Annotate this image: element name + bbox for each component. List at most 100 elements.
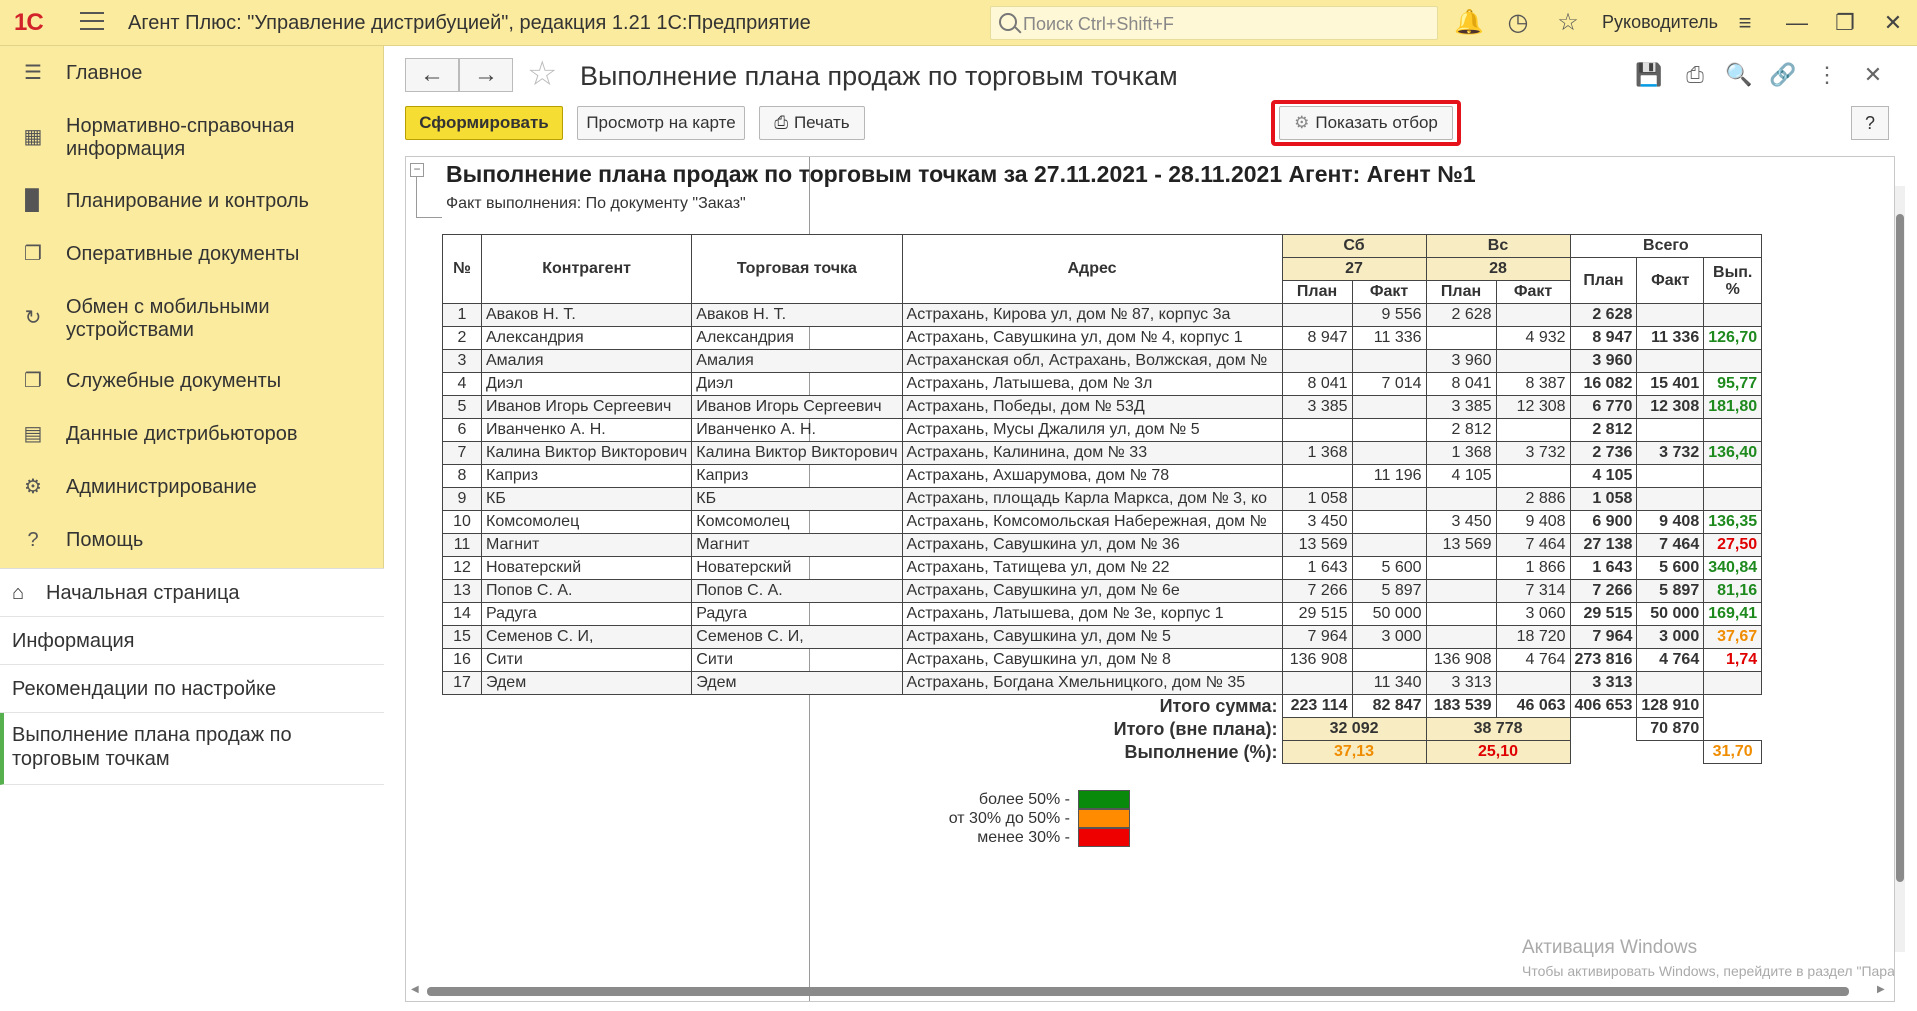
- cell-n: 4: [442, 372, 482, 396]
- sidebar-item-mobile[interactable]: ↻ Обмен с мобильными устройствами: [0, 295, 384, 343]
- table-row[interactable]: 1 Аваков Н. Т. Аваков Н. Т. Астрахань, Киро…: [442, 303, 1763, 327]
- window-item-label: Информация: [12, 630, 135, 652]
- cell-p2: 3 450: [1425, 510, 1497, 534]
- cell-p1: 3 450: [1281, 510, 1353, 534]
- sidebar-item-service[interactable]: ❐ Служебные документы: [0, 368, 384, 398]
- cell-tf: [1636, 349, 1705, 373]
- favorite-star-icon[interactable]: ☆: [527, 56, 557, 92]
- cell-n: 8: [442, 464, 482, 488]
- cell-ka: Попов С. А.: [480, 579, 693, 603]
- link-icon[interactable]: 🔗: [1769, 61, 1797, 89]
- cell-ka: Александрия: [480, 326, 693, 350]
- cell-tp: 29 515: [1569, 602, 1638, 626]
- close-icon[interactable]: ✕: [1878, 8, 1908, 38]
- window-item-recommendations[interactable]: Рекомендации по настройке: [0, 665, 384, 713]
- sidebar-item-help[interactable]: ? Помощь: [0, 527, 384, 557]
- save-icon[interactable]: 💾: [1635, 61, 1663, 89]
- scroll-left-icon[interactable]: ◀: [411, 984, 419, 995]
- preview-icon[interactable]: 🔍: [1725, 61, 1753, 89]
- sidebar-item-admin[interactable]: ⚙ Администрирование: [0, 474, 384, 504]
- close-icon[interactable]: ✕: [1859, 61, 1887, 89]
- search-input[interactable]: Поиск Ctrl+Shift+F: [990, 6, 1438, 40]
- sidebar-item-operational[interactable]: ❐ Оперативные документы: [0, 241, 384, 271]
- cell-tp: 2 812: [1569, 418, 1638, 442]
- scroll-right-icon[interactable]: ▶: [1877, 984, 1885, 995]
- cell-tf: 4 764: [1636, 648, 1705, 672]
- scroll-thumb[interactable]: [1896, 214, 1904, 882]
- menu-lines-icon: ☰: [24, 62, 42, 84]
- collapse-group-icon[interactable]: −: [410, 163, 424, 177]
- window-item-sales-plan[interactable]: Выполнение плана продаж по торговым точк…: [0, 713, 384, 785]
- window-item-info[interactable]: Информация: [0, 617, 384, 665]
- cell-tt: Диэл: [691, 372, 903, 396]
- table-row[interactable]: 12 Новатерский Новатерский Астрахань, Татищ…: [442, 556, 1763, 580]
- forward-button[interactable]: →: [459, 58, 513, 92]
- minimize-icon[interactable]: —: [1782, 8, 1812, 38]
- sidebar-item-planning[interactable]: ▉ Планирование и контроль: [0, 188, 384, 218]
- open-windows-panel: ⌂ Начальная страница Информация Рекоменд…: [0, 568, 384, 1011]
- cell-pct: 340,84: [1703, 556, 1763, 580]
- app-title: Агент Плюс: "Управление дистрибуцией", р…: [128, 12, 811, 34]
- table-row[interactable]: 13 Попов С. А. Попов С. А. Астрахань, Савуш…: [442, 579, 1763, 603]
- table-row[interactable]: 17 Эдем Эдем Астрахань, Богдана Хмельницког…: [442, 671, 1763, 695]
- top-bar: 1С Агент Плюс: "Управление дистрибуцией"…: [0, 0, 1917, 46]
- table-row[interactable]: 5 Иванов Игорь Сергеевич Иванов Игорь Серг…: [442, 395, 1763, 419]
- menu-lines-icon[interactable]: ≡: [1730, 8, 1760, 38]
- cell-ka: Комсомолец: [480, 510, 693, 534]
- map-view-button[interactable]: Просмотр на карте: [577, 106, 745, 140]
- windows-activation-text: Чтобы активировать Windows, перейдите в …: [1522, 963, 1895, 979]
- cell-pct: 169,41: [1703, 602, 1763, 626]
- main-menu-icon[interactable]: [80, 12, 104, 32]
- table-row[interactable]: 14 Радуга Радуга Астрахань, Латышева, дом №…: [442, 602, 1763, 626]
- legend-swatch-green: [1078, 790, 1130, 809]
- cell-f2: 18 720: [1495, 625, 1571, 649]
- scroll-thumb[interactable]: [427, 987, 1849, 996]
- help-button[interactable]: ?: [1851, 106, 1889, 140]
- table-row[interactable]: 11 Магнит Магнит Астрахань, Савушкина ул, д…: [442, 533, 1763, 557]
- back-button[interactable]: ←: [405, 58, 459, 92]
- cell-tf: 5 600: [1636, 556, 1705, 580]
- sidebar-item-distributors[interactable]: ▤ Данные дистрибьюторов: [0, 421, 384, 451]
- restore-icon[interactable]: ❐: [1830, 8, 1860, 38]
- sidebar-item-reference[interactable]: ▦ Нормативно-справочная информация: [0, 114, 384, 162]
- table-row[interactable]: 15 Семенов С. И, Семенов С. И, Астрахань, С…: [442, 625, 1763, 649]
- outside-plan-day1: 32 092: [1281, 717, 1427, 741]
- cell-p1: 1 643: [1281, 556, 1353, 580]
- history-icon[interactable]: ◷: [1504, 9, 1532, 37]
- cell-addr: Астрахань, Савушкина ул, дом № 36: [901, 533, 1283, 557]
- window-item-home[interactable]: ⌂ Начальная страница: [0, 569, 384, 617]
- total-fact: 128 910: [1636, 694, 1705, 718]
- cell-pct: 136,40: [1703, 441, 1763, 465]
- cell-tp: 1 058: [1569, 487, 1638, 511]
- bell-icon[interactable]: 🔔: [1454, 9, 1484, 37]
- star-icon[interactable]: ☆: [1554, 9, 1582, 37]
- table-row[interactable]: 2 Александрия Александрия Астрахань, Савушк…: [442, 326, 1763, 350]
- cell-p1: [1281, 303, 1353, 327]
- print-icon[interactable]: ⎙: [1681, 61, 1709, 89]
- table-row[interactable]: 9 КБ КБ Астрахань, площадь Карла Маркса, до…: [442, 487, 1763, 511]
- cell-pct: 181,80: [1703, 395, 1763, 419]
- table-row[interactable]: 4 Диэл Диэл Астрахань, Латышева, дом № 3л 8 …: [442, 372, 1763, 396]
- sidebar-item-main[interactable]: ☰ Главное: [0, 60, 384, 90]
- cell-f1: 50 000: [1351, 602, 1427, 626]
- total-f2: 46 063: [1495, 694, 1571, 718]
- generate-button[interactable]: Сформировать: [405, 106, 563, 140]
- table-row[interactable]: 6 Иванченко А. Н. Иванченко А. Н. Астрахань…: [442, 418, 1763, 442]
- cell-ka: Каприз: [480, 464, 693, 488]
- cell-p2: 3 313: [1425, 671, 1497, 695]
- cell-p1: [1281, 671, 1353, 695]
- table-row[interactable]: 10 Комсомолец Комсомолец Астрахань, Комсомо…: [442, 510, 1763, 534]
- vertical-scrollbar[interactable]: [1895, 186, 1905, 952]
- cell-p2: [1425, 579, 1497, 603]
- table-row[interactable]: 7 Калина Виктор Викторович Калина Виктор В…: [442, 441, 1763, 465]
- cell-p2: 3 960: [1425, 349, 1497, 373]
- table-row[interactable]: 3 Амалия Амалия Астраханская обл, Астрахань…: [442, 349, 1763, 373]
- user-name[interactable]: Руководитель: [1602, 12, 1718, 33]
- cell-pct: 136,35: [1703, 510, 1763, 534]
- cell-ka: Амалия: [480, 349, 693, 373]
- print-button[interactable]: ⎙ Печать: [759, 106, 865, 140]
- table-row[interactable]: 16 Сити Сити Астрахань, Савушкина ул, дом №…: [442, 648, 1763, 672]
- horizontal-scrollbar[interactable]: ◀ ▶: [405, 984, 1895, 998]
- table-row[interactable]: 8 Каприз Каприз Астрахань, Ахшарумова, дом …: [442, 464, 1763, 488]
- more-icon[interactable]: ⋮: [1813, 61, 1841, 89]
